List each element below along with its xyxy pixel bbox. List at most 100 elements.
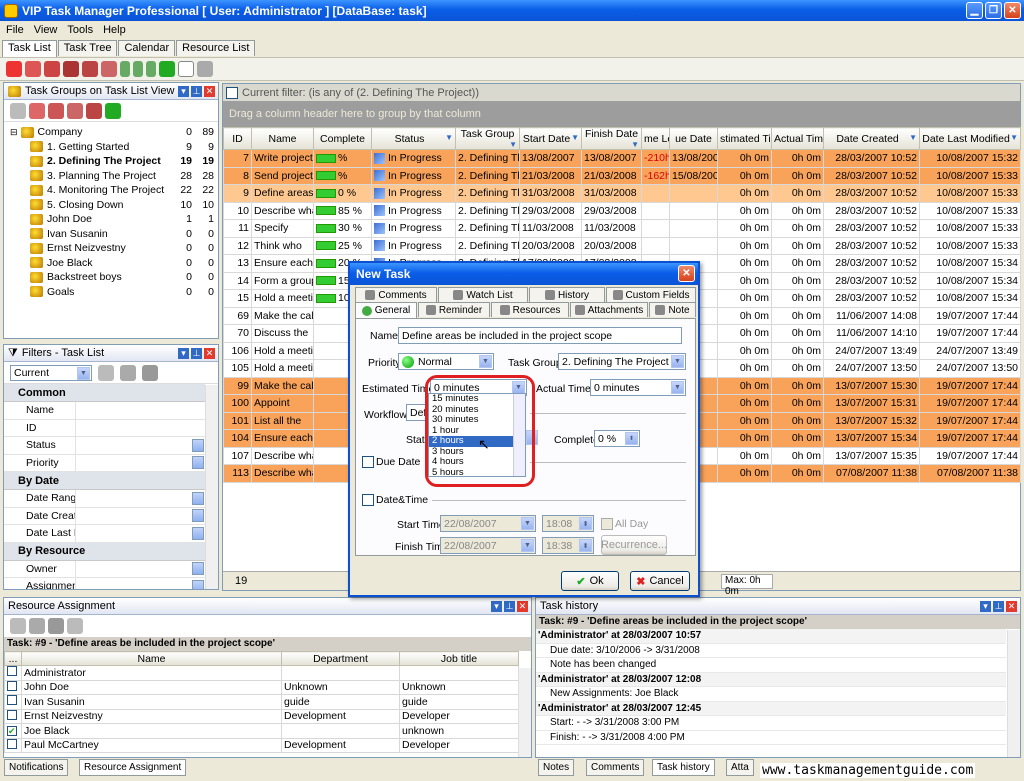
column-header[interactable]: Date Last Modified ▼ [919, 127, 1021, 150]
tab-general[interactable]: General [355, 302, 417, 318]
chevron-down-icon[interactable]: ▼ [571, 133, 579, 142]
tab-resource-assignment[interactable]: Resource Assignment [79, 759, 187, 776]
filter-enabled-checkbox[interactable] [226, 86, 238, 99]
table-row[interactable]: 9 Define areas 0 % In Progress 2. Defining T… [223, 184, 1021, 203]
datetime-checkbox[interactable] [362, 494, 374, 506]
table-row[interactable]: Ernst Neizvestny Development Developer [4, 708, 519, 724]
chevron-down-icon[interactable] [192, 491, 204, 505]
group-props-icon[interactable] [86, 102, 102, 119]
filter-group-header[interactable]: By Resource [4, 542, 205, 561]
column-header[interactable]: stimated Time [717, 127, 772, 150]
time-option[interactable]: 4 hours [429, 457, 513, 468]
resource-edit-icon[interactable] [48, 618, 64, 634]
time-option[interactable]: 5 hours [429, 467, 513, 479]
view-options-icon[interactable] [197, 61, 213, 77]
tree-item[interactable]: Ernst Neizvestny 0 0 [4, 241, 218, 256]
resource-dropdown-icon[interactable]: ▾ [491, 600, 502, 612]
column-header[interactable]: Status ▼ [371, 127, 456, 150]
tab-resources[interactable]: Resources [491, 302, 569, 317]
filter-icon[interactable] [10, 102, 26, 119]
tab-task-history[interactable]: Task history [652, 759, 715, 776]
assign-checkbox[interactable] [7, 709, 17, 720]
chevron-down-icon[interactable]: ▼ [631, 140, 639, 149]
complete-spinner[interactable]: 0 % ⬍ [594, 430, 640, 447]
filters-close-icon[interactable]: ✕ [204, 347, 215, 359]
filter-select[interactable]: Current ▼ [10, 364, 92, 381]
history-close-icon[interactable]: ✕ [1006, 600, 1017, 612]
cell-check[interactable] [4, 708, 22, 724]
menu-view[interactable]: View [34, 24, 58, 36]
priority-select[interactable]: Normal ▼ [398, 353, 494, 370]
column-header[interactable]: Finish Date ▼ [581, 127, 642, 150]
filter-apply-icon[interactable] [98, 364, 114, 381]
tab-task-tree[interactable]: Task Tree [57, 40, 118, 56]
tree-item[interactable]: Joe Black 0 0 [4, 256, 218, 271]
column-header[interactable]: Department [281, 651, 400, 666]
menu-tools[interactable]: Tools [67, 24, 93, 36]
cell-check[interactable]: ✔ [4, 723, 22, 739]
filter-group-header[interactable]: By Date [4, 472, 205, 490]
assign-checkbox[interactable] [7, 680, 17, 691]
filter-clear-icon[interactable] [142, 364, 158, 381]
filters-dropdown-icon[interactable]: ▾ [178, 347, 189, 359]
close-icon[interactable]: ✕ [1004, 2, 1021, 19]
assign-checkbox[interactable] [7, 695, 17, 706]
column-header[interactable]: Complete [313, 127, 372, 150]
start-time-input[interactable]: 18:08 ⬍ [542, 515, 594, 532]
menu-help[interactable]: Help [103, 24, 126, 36]
filters-pin-icon[interactable]: ⊥ [191, 347, 202, 359]
filter-group-header[interactable]: Common [4, 384, 205, 402]
resource-add-icon[interactable] [10, 618, 26, 634]
add-group-icon[interactable] [29, 102, 45, 119]
chevron-down-icon[interactable] [192, 526, 204, 540]
table-row[interactable]: 7Write project%In Progress2. Defining Th… [223, 149, 1021, 168]
all-day-checkbox[interactable] [601, 518, 613, 530]
tab-calendar[interactable]: Calendar [118, 40, 176, 56]
table-row[interactable]: Paul McCartney Development Developer [4, 737, 519, 753]
filter-row[interactable]: Date Last M [4, 525, 205, 543]
table-row[interactable]: Administrator [4, 665, 519, 681]
tree-item[interactable]: Goals 0 0 [4, 285, 218, 300]
task-group-select[interactable]: 2. Defining The Project ▼ [558, 353, 686, 370]
table-row[interactable]: Ivan Susanin guide guide [4, 694, 519, 710]
cell-check[interactable] [4, 665, 22, 681]
filter-row[interactable]: Date Create [4, 507, 205, 525]
resource-scrollbar[interactable] [518, 668, 531, 757]
tree-item[interactable]: Backstreet boys 0 0 [4, 270, 218, 285]
groups-refresh-icon[interactable] [105, 102, 121, 119]
delete-task-icon[interactable] [44, 61, 60, 77]
tab-comments[interactable]: Comments [586, 759, 645, 776]
filter-row[interactable]: Date Range [4, 490, 205, 508]
ok-button[interactable]: ✔ Ok [561, 571, 619, 591]
panel-close-icon[interactable]: ✕ [204, 85, 215, 97]
tab-notes[interactable]: Notes [538, 759, 575, 776]
edit-task-icon[interactable] [25, 61, 41, 77]
assign-checkbox[interactable]: ✔ [7, 725, 17, 736]
chevron-down-icon[interactable] [192, 438, 204, 452]
filter-edit-icon[interactable] [120, 364, 136, 381]
chevron-down-icon[interactable] [192, 562, 204, 576]
time-option[interactable]: 2 hours [429, 436, 513, 447]
expand-icon[interactable] [178, 61, 194, 77]
move-down-icon[interactable] [120, 61, 130, 77]
filter-row[interactable]: Owner [4, 560, 205, 578]
task-name-input[interactable]: Define areas be included in the project … [398, 327, 682, 344]
new-task-icon[interactable] [6, 61, 22, 77]
tree-item[interactable]: John Doe 1 1 [4, 212, 218, 227]
tree-item[interactable]: 4. Monitoring The Project 22 22 [4, 183, 218, 198]
move-up-icon[interactable] [133, 61, 143, 77]
table-row[interactable]: John Doe Unknown Unknown [4, 679, 519, 695]
column-header[interactable]: Actual Time [771, 127, 824, 150]
tab-custom-fields[interactable]: Custom Fields [606, 287, 696, 302]
tab-note[interactable]: Note [649, 302, 696, 317]
export-task-icon[interactable] [101, 61, 117, 77]
print-task-icon[interactable] [82, 61, 98, 77]
history-pin-icon[interactable]: ⊥ [993, 600, 1004, 612]
start-date-input[interactable]: 22/08/2007 ▼ [440, 515, 536, 532]
history-scrollbar[interactable] [1007, 630, 1020, 757]
pin-icon[interactable]: ⊥ [191, 85, 202, 97]
dropdown-scrollbar[interactable] [513, 394, 525, 476]
cell-check[interactable] [4, 737, 22, 753]
tab-task-list[interactable]: Task List [2, 40, 57, 57]
move-bottom-icon[interactable] [146, 61, 156, 77]
